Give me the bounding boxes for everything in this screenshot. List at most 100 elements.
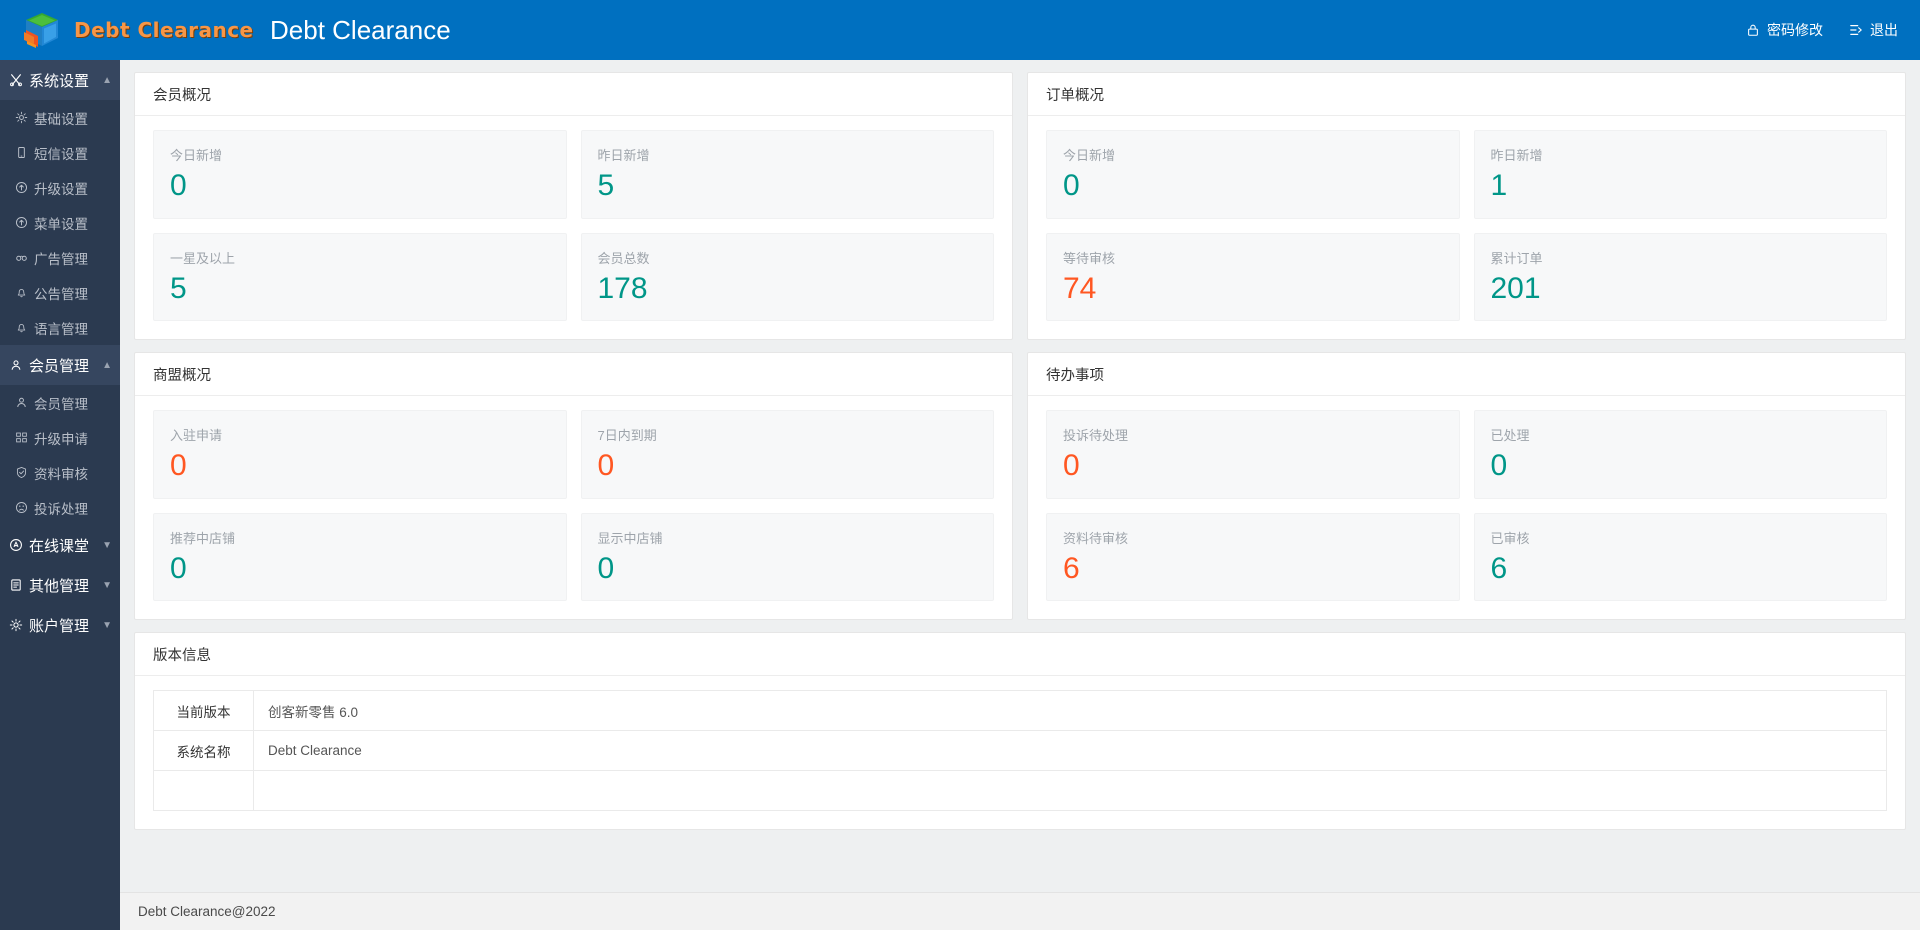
sidebar-submenu-member-management: 会员管理 升级申请 资料审核 投诉处理	[0, 385, 120, 525]
panel-title: 订单概况	[1028, 73, 1905, 116]
sidebar-group-label: 在线课堂	[29, 537, 90, 555]
sidebar-item-upgrade-application[interactable]: 升级申请	[0, 420, 120, 455]
brand-wordmark: Debt Clearance	[74, 18, 254, 42]
panel-title: 待办事项	[1028, 353, 1905, 396]
stat-card[interactable]: 7日内到期 0	[580, 410, 994, 499]
logout-icon	[1849, 23, 1863, 37]
logout-button[interactable]: 退出	[1849, 20, 1898, 40]
dashboard: 会员概况 今日新增 0 昨日新增 5 一星及以上 5 会员总数 178 订单概况…	[120, 60, 1920, 892]
stat-card[interactable]: 显示中店铺 0	[580, 512, 994, 601]
stat-label: 已审核	[1490, 530, 1530, 546]
stat-value: 0	[170, 169, 187, 202]
panel-body: 当前版本 创客新零售 6.0 系统名称 Debt Clearance	[135, 676, 1905, 829]
sidebar-item-complaint-handling[interactable]: 投诉处理	[0, 490, 120, 525]
gear-icon	[14, 111, 28, 125]
version-info-table: 当前版本 创客新零售 6.0 系统名称 Debt Clearance	[153, 690, 1887, 811]
sidebar-item-language-management[interactable]: 语言管理	[0, 310, 120, 345]
sidebar-item-profile-review[interactable]: 资料审核	[0, 455, 120, 490]
stat-card[interactable]: 会员总数 178	[580, 232, 994, 321]
stat-card[interactable]: 已处理 0	[1473, 410, 1887, 499]
file-icon	[9, 578, 23, 592]
chevron-up-icon: ▲	[102, 359, 112, 371]
sidebar-item-member-management[interactable]: 会员管理	[0, 385, 120, 420]
mobile-icon	[14, 146, 28, 160]
sidebar-item-announcement-management[interactable]: 公告管理	[0, 275, 120, 310]
sidebar-item-menu-settings[interactable]: 菜单设置	[0, 205, 120, 240]
stat-card[interactable]: 今日新增 0	[153, 130, 567, 219]
stat-value: 0	[1063, 449, 1080, 482]
stat-value: 74	[1063, 271, 1097, 305]
chevron-down-icon: ▼	[102, 579, 112, 591]
stat-card-grid: 今日新增 0 昨日新增 1 等待审核 74 累计订单 201	[1046, 130, 1887, 321]
chevron-up-icon: ▲	[102, 74, 112, 86]
sidebar-item-label: 升级申请	[34, 431, 88, 447]
sidebar-item-ad-management[interactable]: 广告管理	[0, 240, 120, 275]
sidebar-group-member-management[interactable]: 会员管理 ▲	[0, 345, 120, 385]
sidebar-group-other-management[interactable]: 其他管理 ▼	[0, 565, 120, 605]
table-row: 系统名称 Debt Clearance	[153, 730, 1887, 771]
stat-value: 6	[1490, 551, 1508, 585]
sidebar-item-upgrade-settings[interactable]: 升级设置	[0, 170, 120, 205]
stat-card[interactable]: 昨日新增 1	[1473, 130, 1887, 219]
sidebar-group-account-management[interactable]: 账户管理 ▼	[0, 605, 120, 645]
user-icon	[14, 396, 28, 410]
dashboard-row-2: 商盟概况 入驻申请 0 7日内到期 0 推荐中店铺 0 显示中店铺 0 待办事项…	[134, 352, 1906, 620]
stat-card[interactable]: 一星及以上 5	[153, 232, 567, 321]
app-root: Debt Clearance Debt Clearance 密码修改 退出 系统…	[0, 0, 1920, 930]
footer-bar: Debt Clearance@2022	[120, 892, 1920, 930]
bell-icon	[14, 286, 28, 300]
grid-icon	[14, 431, 28, 445]
stat-label: 一星及以上	[170, 250, 236, 266]
panel-alliance-overview: 商盟概况 入驻申请 0 7日内到期 0 推荐中店铺 0 显示中店铺 0	[134, 352, 1013, 620]
frown-icon	[14, 501, 28, 515]
change-password-button[interactable]: 密码修改	[1746, 20, 1823, 40]
panel-member-overview: 会员概况 今日新增 0 昨日新增 5 一星及以上 5 会员总数 178	[134, 72, 1013, 340]
stat-label: 投诉待处理	[1063, 428, 1129, 443]
up-circle-icon	[14, 216, 28, 230]
stat-label: 今日新增	[170, 148, 223, 163]
stat-card[interactable]: 今日新增 0	[1046, 130, 1460, 219]
stat-card[interactable]: 资料待审核 6	[1046, 512, 1460, 601]
dashboard-row-3: 版本信息 当前版本 创客新零售 6.0 系统名称 Debt Clearance	[134, 632, 1906, 830]
sidebar-item-basic-settings[interactable]: 基础设置	[0, 100, 120, 135]
panel-title: 商盟概况	[135, 353, 1012, 396]
sidebar-item-label: 公告管理	[34, 286, 88, 302]
sidebar-item-label: 资料审核	[34, 466, 88, 482]
sidebar-item-label: 语言管理	[34, 321, 88, 337]
stat-label: 资料待审核	[1063, 530, 1129, 546]
up-circle-icon	[14, 181, 28, 195]
stat-label: 7日内到期	[597, 428, 657, 443]
table-cell-value	[253, 770, 1887, 811]
stat-card[interactable]: 推荐中店铺 0	[153, 512, 567, 601]
stat-card[interactable]: 投诉待处理 0	[1046, 410, 1460, 499]
stat-card[interactable]: 已审核 6	[1473, 512, 1887, 601]
sidebar-item-label: 基础设置	[34, 111, 88, 127]
brand-area[interactable]: Debt Clearance	[0, 10, 270, 50]
sidebar-group-online-classroom[interactable]: 在线课堂 ▼	[0, 525, 120, 565]
sidebar-item-label: 升级设置	[34, 181, 88, 197]
sidebar-nav[interactable]: 系统设置 ▲ 基础设置 短信设置 升级设置 菜单设置 广告管理 公告管理 语言管…	[0, 60, 120, 930]
chevron-down-icon: ▼	[102, 539, 112, 551]
sidebar-group-system-settings[interactable]: 系统设置 ▲	[0, 60, 120, 100]
content-area: 会员概况 今日新增 0 昨日新增 5 一星及以上 5 会员总数 178 订单概况…	[120, 60, 1920, 930]
page-title: Debt Clearance	[270, 14, 451, 45]
stat-card[interactable]: 昨日新增 5	[580, 130, 994, 219]
sidebar-item-label: 会员管理	[34, 396, 88, 412]
sidebar-item-label: 投诉处理	[34, 501, 88, 517]
stat-card[interactable]: 累计订单 201	[1473, 232, 1887, 321]
stat-card-grid: 入驻申请 0 7日内到期 0 推荐中店铺 0 显示中店铺 0	[153, 410, 994, 601]
panel-version-info: 版本信息 当前版本 创客新零售 6.0 系统名称 Debt Clearance	[134, 632, 1906, 830]
stat-card-grid: 今日新增 0 昨日新增 5 一星及以上 5 会员总数 178	[153, 130, 994, 321]
panel-body: 投诉待处理 0 已处理 0 资料待审核 6 已审核 6	[1028, 396, 1905, 619]
stat-value: 1	[1490, 169, 1508, 202]
sidebar-item-sms-settings[interactable]: 短信设置	[0, 135, 120, 170]
stat-label: 已处理	[1490, 428, 1530, 443]
stat-card[interactable]: 入驻申请 0	[153, 410, 567, 499]
link-icon	[14, 251, 28, 265]
table-cell-key: 系统名称	[153, 730, 254, 771]
stat-value: 0	[1063, 169, 1080, 202]
table-cell-key	[153, 770, 254, 811]
table-cell-value: Debt Clearance	[253, 730, 1887, 771]
stat-card[interactable]: 等待审核 74	[1046, 232, 1460, 321]
table-cell-key: 当前版本	[153, 690, 254, 731]
